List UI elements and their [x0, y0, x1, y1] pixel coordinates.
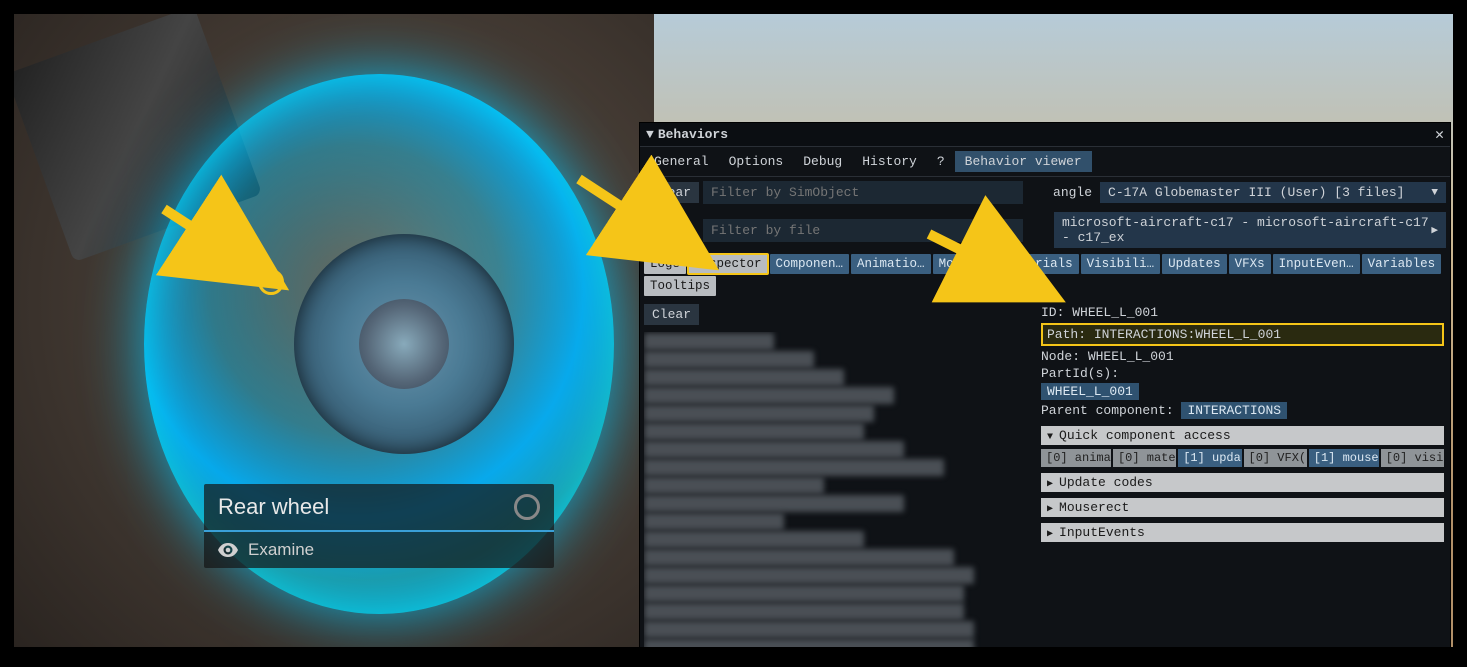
panel-titlebar[interactable]: ▼Behaviors ✕	[640, 123, 1450, 146]
chip[interactable]: [1] upda	[1178, 449, 1241, 467]
tab-vfxs[interactable]: VFXs	[1229, 254, 1271, 274]
clear-button-1[interactable]: Clear	[644, 182, 699, 203]
list-item[interactable]	[644, 585, 964, 602]
tab-logs[interactable]: Logs	[644, 254, 686, 274]
chip[interactable]: [0] anima	[1041, 449, 1111, 467]
menu-general[interactable]: General	[644, 151, 719, 172]
tab-visibili[interactable]: Visibili…	[1081, 254, 1161, 274]
chip[interactable]: [1] mouse	[1309, 449, 1379, 467]
section-inputevents[interactable]: InputEvents	[1041, 523, 1444, 542]
list-item[interactable]	[644, 567, 974, 584]
chevron-right-icon: ▶	[1431, 223, 1438, 237]
list-item[interactable]	[644, 423, 864, 440]
cursor-ring-icon	[258, 269, 284, 295]
tab-materials[interactable]: Materials	[999, 254, 1079, 274]
list-item[interactable]	[644, 387, 894, 404]
list-item[interactable]	[644, 531, 864, 548]
id-line: ID: WHEEL_L_001	[1041, 304, 1444, 321]
parent-tag[interactable]: INTERACTIONS	[1181, 402, 1287, 419]
wheel-hub	[294, 234, 514, 454]
clear-button-2[interactable]: Clear	[644, 304, 699, 325]
chevron-right-icon	[1047, 500, 1053, 515]
list-item[interactable]	[644, 477, 824, 494]
chevron-right-icon	[1047, 525, 1053, 540]
quick-access-chips: [0] anima[0] mate[1] upda[0] VFX([1] mou…	[1041, 449, 1444, 467]
panel-body: Clear ID: WHEEL_L_001 Path: INTERACTIONS…	[640, 300, 1450, 649]
left-pane: Clear	[640, 300, 1035, 649]
list-item[interactable]	[644, 603, 964, 620]
tab-tooltips[interactable]: Tooltips	[644, 276, 716, 296]
tooltip-action-row[interactable]: Examine	[204, 532, 554, 568]
list-item[interactable]	[644, 333, 774, 350]
section-update-codes[interactable]: Update codes	[1041, 473, 1444, 492]
eye-icon	[218, 543, 238, 557]
tab-row: LogsInspectorComponen…Animatio…Mouser…Ma…	[640, 252, 1450, 300]
menu-history[interactable]: History	[852, 151, 927, 172]
scene-3d: Rear wheel Examine	[14, 14, 654, 649]
menu-help[interactable]: ?	[927, 151, 955, 172]
list-item[interactable]	[644, 639, 974, 649]
tab-componen[interactable]: Componen…	[770, 254, 850, 274]
filter-simobject-input[interactable]	[703, 181, 1023, 204]
menu-behavior-viewer[interactable]: Behavior viewer	[955, 151, 1092, 172]
chip[interactable]: [0] VFX(	[1244, 449, 1307, 467]
chip[interactable]: [0] visi	[1381, 449, 1444, 467]
tab-updates[interactable]: Updates	[1162, 254, 1227, 274]
close-icon[interactable]: ✕	[1435, 125, 1444, 144]
filter-file-input[interactable]	[703, 219, 1023, 242]
tooltip-title-text: Rear wheel	[218, 494, 329, 520]
panel-title: ▼Behaviors	[646, 127, 728, 142]
chevron-down-icon: ▼	[1431, 187, 1438, 199]
partid-label-line: PartId(s):	[1041, 365, 1444, 382]
panel-menubar: General Options Debug History ? Behavior…	[640, 146, 1450, 177]
viewport-stage: Rear wheel Examine ▼Behaviors ✕ General …	[12, 12, 1455, 649]
list-item[interactable]	[644, 513, 784, 530]
parent-line: Parent component: INTERACTIONS	[1041, 401, 1444, 420]
tooltip-action-text: Examine	[248, 540, 314, 560]
menu-options[interactable]: Options	[719, 151, 794, 172]
chip[interactable]: [0] mate	[1113, 449, 1176, 467]
component-list-blurred[interactable]	[644, 332, 1031, 649]
simobject-dropdown-text: C-17A Globemaster III (User) [3 files]	[1108, 185, 1404, 200]
list-item[interactable]	[644, 405, 874, 422]
scene-tooltip: Rear wheel Examine	[204, 484, 554, 568]
tab-animatio[interactable]: Animatio…	[851, 254, 931, 274]
filter-row-2: Clear microsoft-aircraft-c17 - microsoft…	[640, 208, 1450, 252]
node-line: Node: WHEEL_L_001	[1041, 348, 1444, 365]
right-pane: ID: WHEEL_L_001 Path: INTERACTIONS:WHEEL…	[1035, 300, 1450, 649]
chevron-down-icon	[1047, 428, 1053, 443]
path-line: Path: INTERACTIONS:WHEEL_L_001	[1041, 323, 1444, 346]
simobject-dropdown[interactable]: C-17A Globemaster III (User) [3 files] ▼	[1100, 182, 1446, 203]
section-mouserect[interactable]: Mouserect	[1041, 498, 1444, 517]
tooltip-title-row: Rear wheel	[204, 484, 554, 532]
list-item[interactable]	[644, 441, 904, 458]
tab-inspector[interactable]: Inspector	[688, 254, 768, 274]
menu-debug[interactable]: Debug	[793, 151, 852, 172]
behaviors-panel[interactable]: ▼Behaviors ✕ General Options Debug Histo…	[639, 122, 1451, 649]
list-item[interactable]	[644, 459, 944, 476]
filter-row-1: Clear angle C-17A Globemaster III (User)…	[640, 177, 1450, 208]
chevron-right-icon	[1047, 475, 1053, 490]
partid-value-line: WHEEL_L_001	[1041, 382, 1444, 401]
tooltip-state-icon	[514, 494, 540, 520]
list-item[interactable]	[644, 495, 904, 512]
list-item[interactable]	[644, 369, 844, 386]
list-item[interactable]	[644, 549, 954, 566]
tab-mouser[interactable]: Mouser…	[933, 254, 998, 274]
quick-access-header[interactable]: Quick component access	[1041, 426, 1444, 445]
partid-tag[interactable]: WHEEL_L_001	[1041, 383, 1139, 400]
tab-inputeven[interactable]: InputEven…	[1273, 254, 1360, 274]
file-dropdown-text: microsoft-aircraft-c17 - microsoft-aircr…	[1062, 215, 1431, 245]
tab-variables[interactable]: Variables	[1362, 254, 1442, 274]
list-item[interactable]	[644, 351, 814, 368]
list-item[interactable]	[644, 621, 974, 638]
angle-label: angle	[1053, 185, 1092, 200]
file-dropdown[interactable]: microsoft-aircraft-c17 - microsoft-aircr…	[1054, 212, 1446, 248]
